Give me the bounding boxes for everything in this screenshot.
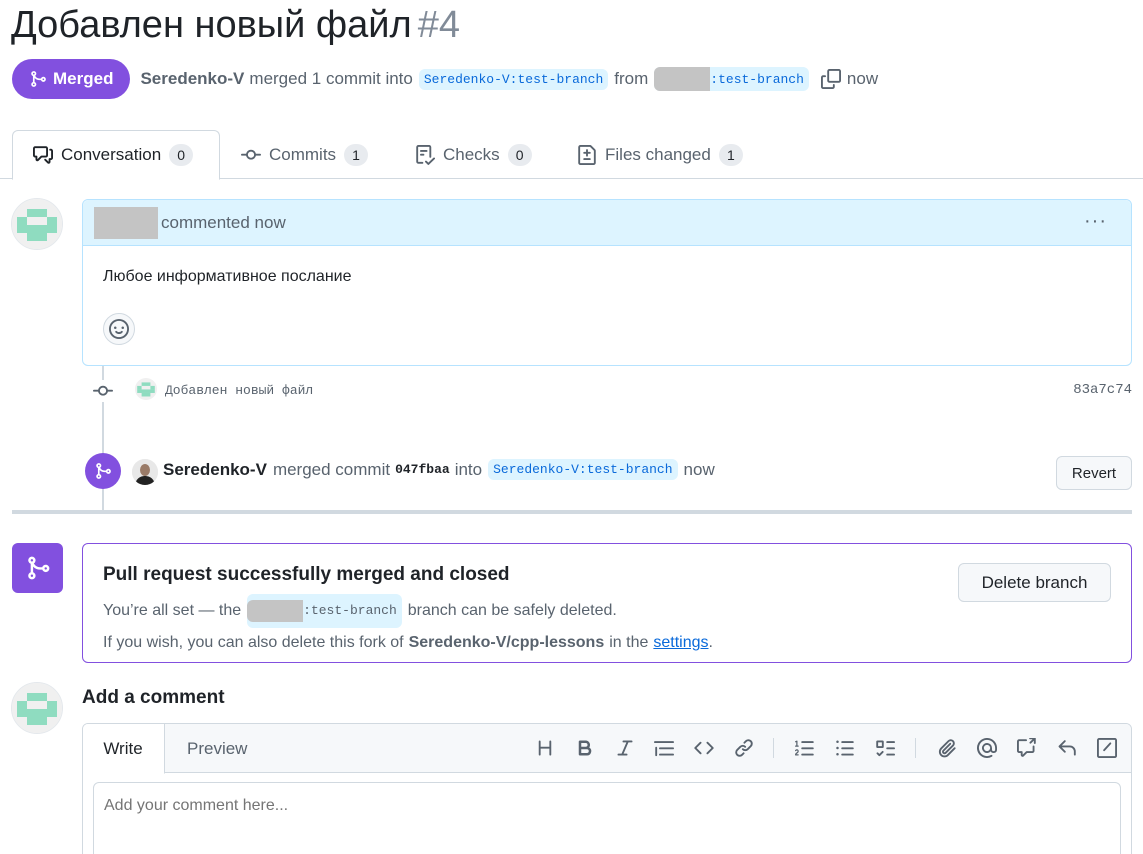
merge-into-text: into bbox=[454, 459, 483, 479]
pr-title: Добавлен новый файл bbox=[11, 4, 412, 46]
comment-discussion-icon bbox=[33, 146, 53, 164]
redacted-username bbox=[94, 206, 158, 239]
code-icon[interactable] bbox=[694, 738, 714, 758]
merge-commit-sha[interactable]: 047fbaa bbox=[395, 462, 450, 477]
from-text: from bbox=[614, 69, 649, 88]
redacted-username bbox=[247, 600, 304, 622]
merge-event-text: merged commit bbox=[272, 459, 391, 479]
identicon-image bbox=[12, 199, 62, 249]
merge-time: now bbox=[683, 459, 715, 479]
merged-status-icon bbox=[12, 543, 63, 593]
copy-icon[interactable] bbox=[820, 69, 841, 89]
merge-icon bbox=[31, 71, 46, 87]
deletable-branch[interactable]: :test-branch bbox=[247, 594, 402, 628]
bold-icon[interactable] bbox=[575, 738, 595, 758]
tab-counter: 1 bbox=[718, 143, 743, 166]
tab-label: Commits bbox=[269, 144, 337, 164]
italic-icon[interactable] bbox=[615, 738, 635, 758]
tab-checks[interactable]: Checks 0 bbox=[415, 130, 532, 179]
merged-status-box: Pull request successfully merged and clo… bbox=[82, 543, 1132, 663]
task-list-icon[interactable] bbox=[875, 738, 895, 758]
ordered-list-icon[interactable] bbox=[795, 738, 815, 758]
comment-editor: Write Preview bbox=[82, 723, 1132, 854]
timeline-divider bbox=[12, 510, 1132, 514]
add-reaction-button[interactable] bbox=[103, 313, 135, 345]
tab-conversation[interactable]: Conversation 0 bbox=[12, 130, 220, 180]
redacted-username bbox=[654, 67, 711, 91]
tab-files-changed[interactable]: Files changed 1 bbox=[577, 130, 743, 179]
identicon-image bbox=[12, 683, 62, 733]
page-title: Добавлен новый файл #4 bbox=[11, 4, 460, 47]
mention-icon[interactable] bbox=[977, 738, 997, 758]
author-link[interactable]: Seredenko-V bbox=[140, 69, 244, 89]
slash-command-icon[interactable] bbox=[1097, 738, 1117, 758]
merge-event: Seredenko-V merged commit 047fbaa into S… bbox=[163, 459, 715, 480]
merge-event-badge bbox=[85, 453, 121, 489]
merge-icon bbox=[96, 463, 111, 479]
commit-message[interactable]: Добавлен новый файл bbox=[165, 383, 313, 398]
quote-icon[interactable] bbox=[654, 738, 674, 758]
tab-commits[interactable]: Commits 1 bbox=[241, 130, 369, 179]
current-user-avatar[interactable] bbox=[11, 682, 63, 734]
commit-sha[interactable]: 83a7c74 bbox=[1073, 382, 1132, 398]
tab-counter: 0 bbox=[507, 143, 532, 166]
avatar[interactable] bbox=[11, 198, 63, 250]
base-branch[interactable]: Seredenko-V:test-branch bbox=[418, 68, 609, 90]
state-label: Merged bbox=[53, 69, 114, 88]
delete-branch-button[interactable]: Delete branch bbox=[958, 563, 1111, 602]
repo-name: Seredenko-V/cpp-lessons bbox=[408, 634, 605, 651]
comment-textarea[interactable] bbox=[93, 782, 1121, 854]
merge-icon bbox=[27, 556, 49, 580]
smiley-icon bbox=[109, 319, 129, 339]
tab-counter: 0 bbox=[169, 144, 194, 166]
tab-label: Checks bbox=[443, 144, 500, 164]
checklist-icon bbox=[416, 144, 435, 165]
merger-avatar[interactable] bbox=[132, 459, 158, 485]
tab-preview[interactable]: Preview bbox=[187, 724, 247, 773]
heading-icon[interactable] bbox=[535, 738, 555, 758]
head-branch[interactable]: :test-branch bbox=[654, 67, 809, 91]
attach-icon[interactable] bbox=[937, 738, 957, 758]
pr-tabs: Conversation 0 Commits 1 Checks 0 Files … bbox=[0, 130, 1143, 180]
commit-author-avatar[interactable] bbox=[135, 378, 157, 400]
pr-meta: Merged Seredenko-V merged 1 commit into … bbox=[12, 59, 878, 99]
state-badge: Merged bbox=[12, 59, 131, 99]
pr-number: #4 bbox=[417, 4, 460, 46]
comment-body: Любое информативное послание bbox=[103, 268, 352, 285]
tab-write[interactable]: Write bbox=[83, 724, 165, 774]
merger-name[interactable]: Seredenko-V bbox=[163, 460, 267, 480]
commit-icon bbox=[92, 380, 114, 402]
comment-card: commented now ··· Любое информативное по… bbox=[82, 199, 1132, 366]
tab-label: Conversation bbox=[61, 145, 162, 164]
target-branch[interactable]: Seredenko-V:test-branch bbox=[488, 459, 678, 480]
add-comment-title: Add a comment bbox=[82, 687, 225, 708]
timestamp: now bbox=[846, 69, 879, 88]
comment-header: commented now bbox=[83, 200, 1131, 246]
commit-icon bbox=[241, 149, 261, 160]
reference-icon[interactable] bbox=[1017, 738, 1037, 758]
editor-header: Write Preview bbox=[83, 724, 1131, 774]
settings-link[interactable]: settings bbox=[653, 628, 708, 658]
tab-label: Files changed bbox=[605, 144, 711, 164]
merged-line-2: If you wish, you can also delete this fo… bbox=[103, 628, 1111, 658]
kebab-menu-icon[interactable]: ··· bbox=[1084, 210, 1107, 233]
revert-button[interactable]: Revert bbox=[1056, 456, 1132, 490]
toolbar-separator bbox=[915, 738, 916, 758]
reply-icon[interactable] bbox=[1057, 738, 1077, 758]
tab-counter: 1 bbox=[344, 143, 369, 166]
link-icon[interactable] bbox=[734, 738, 754, 758]
unordered-list-icon[interactable] bbox=[835, 738, 855, 758]
file-diff-icon bbox=[578, 144, 596, 165]
merge-text: merged 1 commit into bbox=[249, 69, 413, 88]
toolbar-separator bbox=[773, 738, 774, 758]
comment-action: commented now bbox=[161, 212, 286, 232]
